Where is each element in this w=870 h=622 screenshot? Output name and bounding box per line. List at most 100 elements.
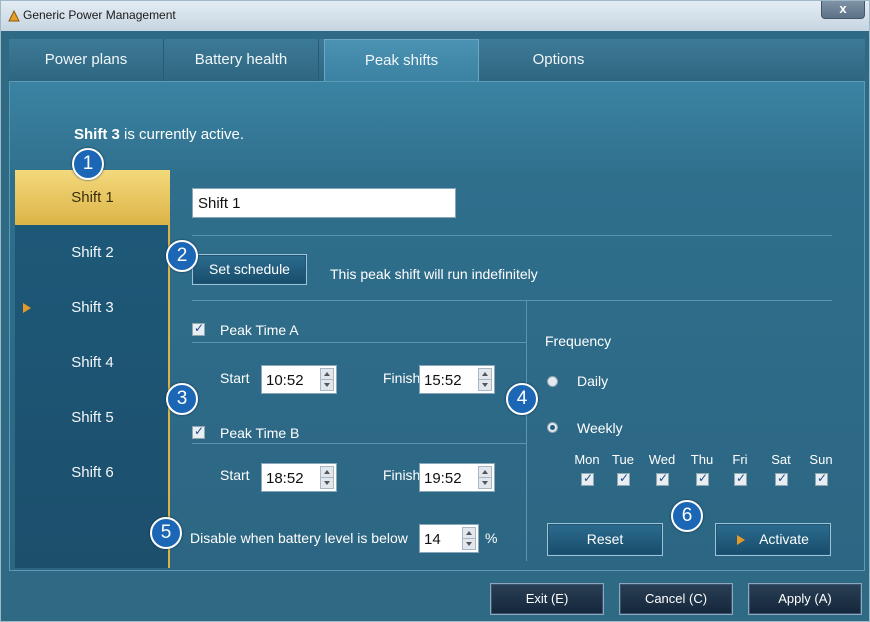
shift-item-5[interactable]: Shift 5 [15,390,170,445]
callout-badge-1: 1 [72,148,104,180]
spin-up-icon[interactable] [482,470,488,474]
activate-button[interactable]: Activate [715,523,831,556]
peak-a-start-spinner[interactable] [320,368,334,391]
shift-item-4[interactable]: Shift 4 [15,335,170,390]
weekly-label: Weekly [577,420,623,436]
shift-item-3[interactable]: Shift 3 [15,280,170,335]
day-label-mon: Mon [574,452,600,467]
peak-shifts-panel: Shift 3 is currently active. Shift 1 Shi… [9,81,865,571]
spin-up-icon[interactable] [482,372,488,376]
spin-up-icon[interactable] [324,372,330,376]
spin-down-icon[interactable] [482,383,488,387]
shift-editor: Set schedule This peak shift will run in… [170,170,860,568]
spin-divider [321,379,333,380]
day-checkbox-mon[interactable] [581,471,594,486]
day-label-tue: Tue [612,452,634,467]
divider [192,342,526,343]
shift-item-6[interactable]: Shift 6 [15,445,170,500]
day-label-sat: Sat [771,452,791,467]
divider [192,443,526,444]
peak-a-start-label: Start [220,370,250,386]
app-icon [8,9,20,22]
callout-badge-4: 4 [506,383,538,415]
daily-label: Daily [577,373,609,389]
callout-badge-2: 2 [166,240,198,272]
divider [192,300,832,301]
spin-up-icon[interactable] [324,470,330,474]
active-shift-suffix: is currently active. [124,126,245,143]
spin-divider [321,477,333,478]
peak-b-start-input[interactable]: 18:52 [261,463,337,492]
peak-b-start-value: 18:52 [266,470,304,487]
divider [526,301,527,561]
spin-down-icon[interactable] [324,383,330,387]
peak-b-start-label: Start [220,467,250,483]
battery-threshold-label: Disable when battery level is below [190,530,408,546]
title-bar: Generic Power Management x [1,1,869,31]
day-label-wed: Wed [648,452,676,467]
day-label-thu: Thu [690,452,714,467]
active-arrow-icon [23,303,31,313]
peak-b-start-spinner[interactable] [320,466,334,489]
day-checkbox-tue[interactable] [617,471,630,486]
battery-threshold-value: 14 [424,531,441,548]
spin-up-icon[interactable] [466,531,472,535]
peak-a-checkbox[interactable] [192,321,205,336]
play-icon [737,535,746,546]
tab-battery-health[interactable]: Battery health [164,39,319,81]
day-checkbox-wed[interactable] [656,471,669,486]
schedule-note: This peak shift will run indefinitely [330,266,538,282]
tab-options[interactable]: Options [481,39,636,81]
day-label-fri: Fri [732,452,748,467]
callout-badge-6: 6 [671,500,703,532]
cancel-button[interactable]: Cancel (C) [619,583,733,615]
peak-a-finish-spinner[interactable] [478,368,492,391]
tab-peak-shifts[interactable]: Peak shifts [324,39,479,81]
exit-button[interactable]: Exit (E) [490,583,604,615]
shift-name-input[interactable] [192,188,456,218]
peak-b-finish-input[interactable]: 19:52 [419,463,495,492]
peak-b-checkbox[interactable] [192,424,205,439]
day-checkbox-thu[interactable] [696,471,709,486]
peak-a-start-input[interactable]: 10:52 [261,365,337,394]
peak-a-finish-input[interactable]: 15:52 [419,365,495,394]
callout-badge-5: 5 [150,517,182,549]
active-shift-name: Shift 3 [74,126,120,143]
weekly-radio[interactable] [547,422,558,433]
reset-button[interactable]: Reset [547,523,663,556]
day-checkbox-sun[interactable] [815,471,828,486]
peak-b-label: Peak Time B [220,425,300,441]
peak-a-label: Peak Time A [220,322,299,338]
spin-divider [463,538,475,539]
battery-threshold-input[interactable]: 14 [419,524,479,553]
divider [192,235,832,236]
peak-b-finish-spinner[interactable] [478,466,492,489]
activate-label: Activate [759,531,809,547]
set-schedule-button[interactable]: Set schedule [192,254,307,285]
tab-bar: Power plans Battery health Peak shifts O… [9,39,865,81]
spin-down-icon[interactable] [482,481,488,485]
window-title: Generic Power Management [23,8,176,22]
app-window: Generic Power Management x Power plans B… [0,0,870,622]
apply-button[interactable]: Apply (A) [748,583,862,615]
peak-b-finish-label: Finish [383,467,421,483]
shift-list: Shift 1 Shift 2 Shift 3 Shift 4 Shift 5 … [15,170,170,568]
peak-a-start-value: 10:52 [266,372,304,389]
battery-unit: % [485,530,498,546]
day-checkbox-sat[interactable] [775,471,788,486]
day-checkbox-fri[interactable] [734,471,747,486]
tab-power-plans[interactable]: Power plans [9,39,164,81]
spin-divider [479,379,491,380]
day-label-sun: Sun [809,452,833,467]
spin-divider [479,477,491,478]
peak-a-finish-value: 15:52 [424,372,462,389]
daily-radio[interactable] [547,376,558,387]
spin-down-icon[interactable] [466,542,472,546]
spin-down-icon[interactable] [324,481,330,485]
close-button[interactable]: x [821,1,865,19]
callout-badge-3: 3 [166,383,198,415]
shift-item-2[interactable]: Shift 2 [15,225,170,280]
battery-threshold-spinner[interactable] [462,527,476,550]
peak-a-finish-label: Finish [383,370,421,386]
frequency-label: Frequency [545,333,612,349]
